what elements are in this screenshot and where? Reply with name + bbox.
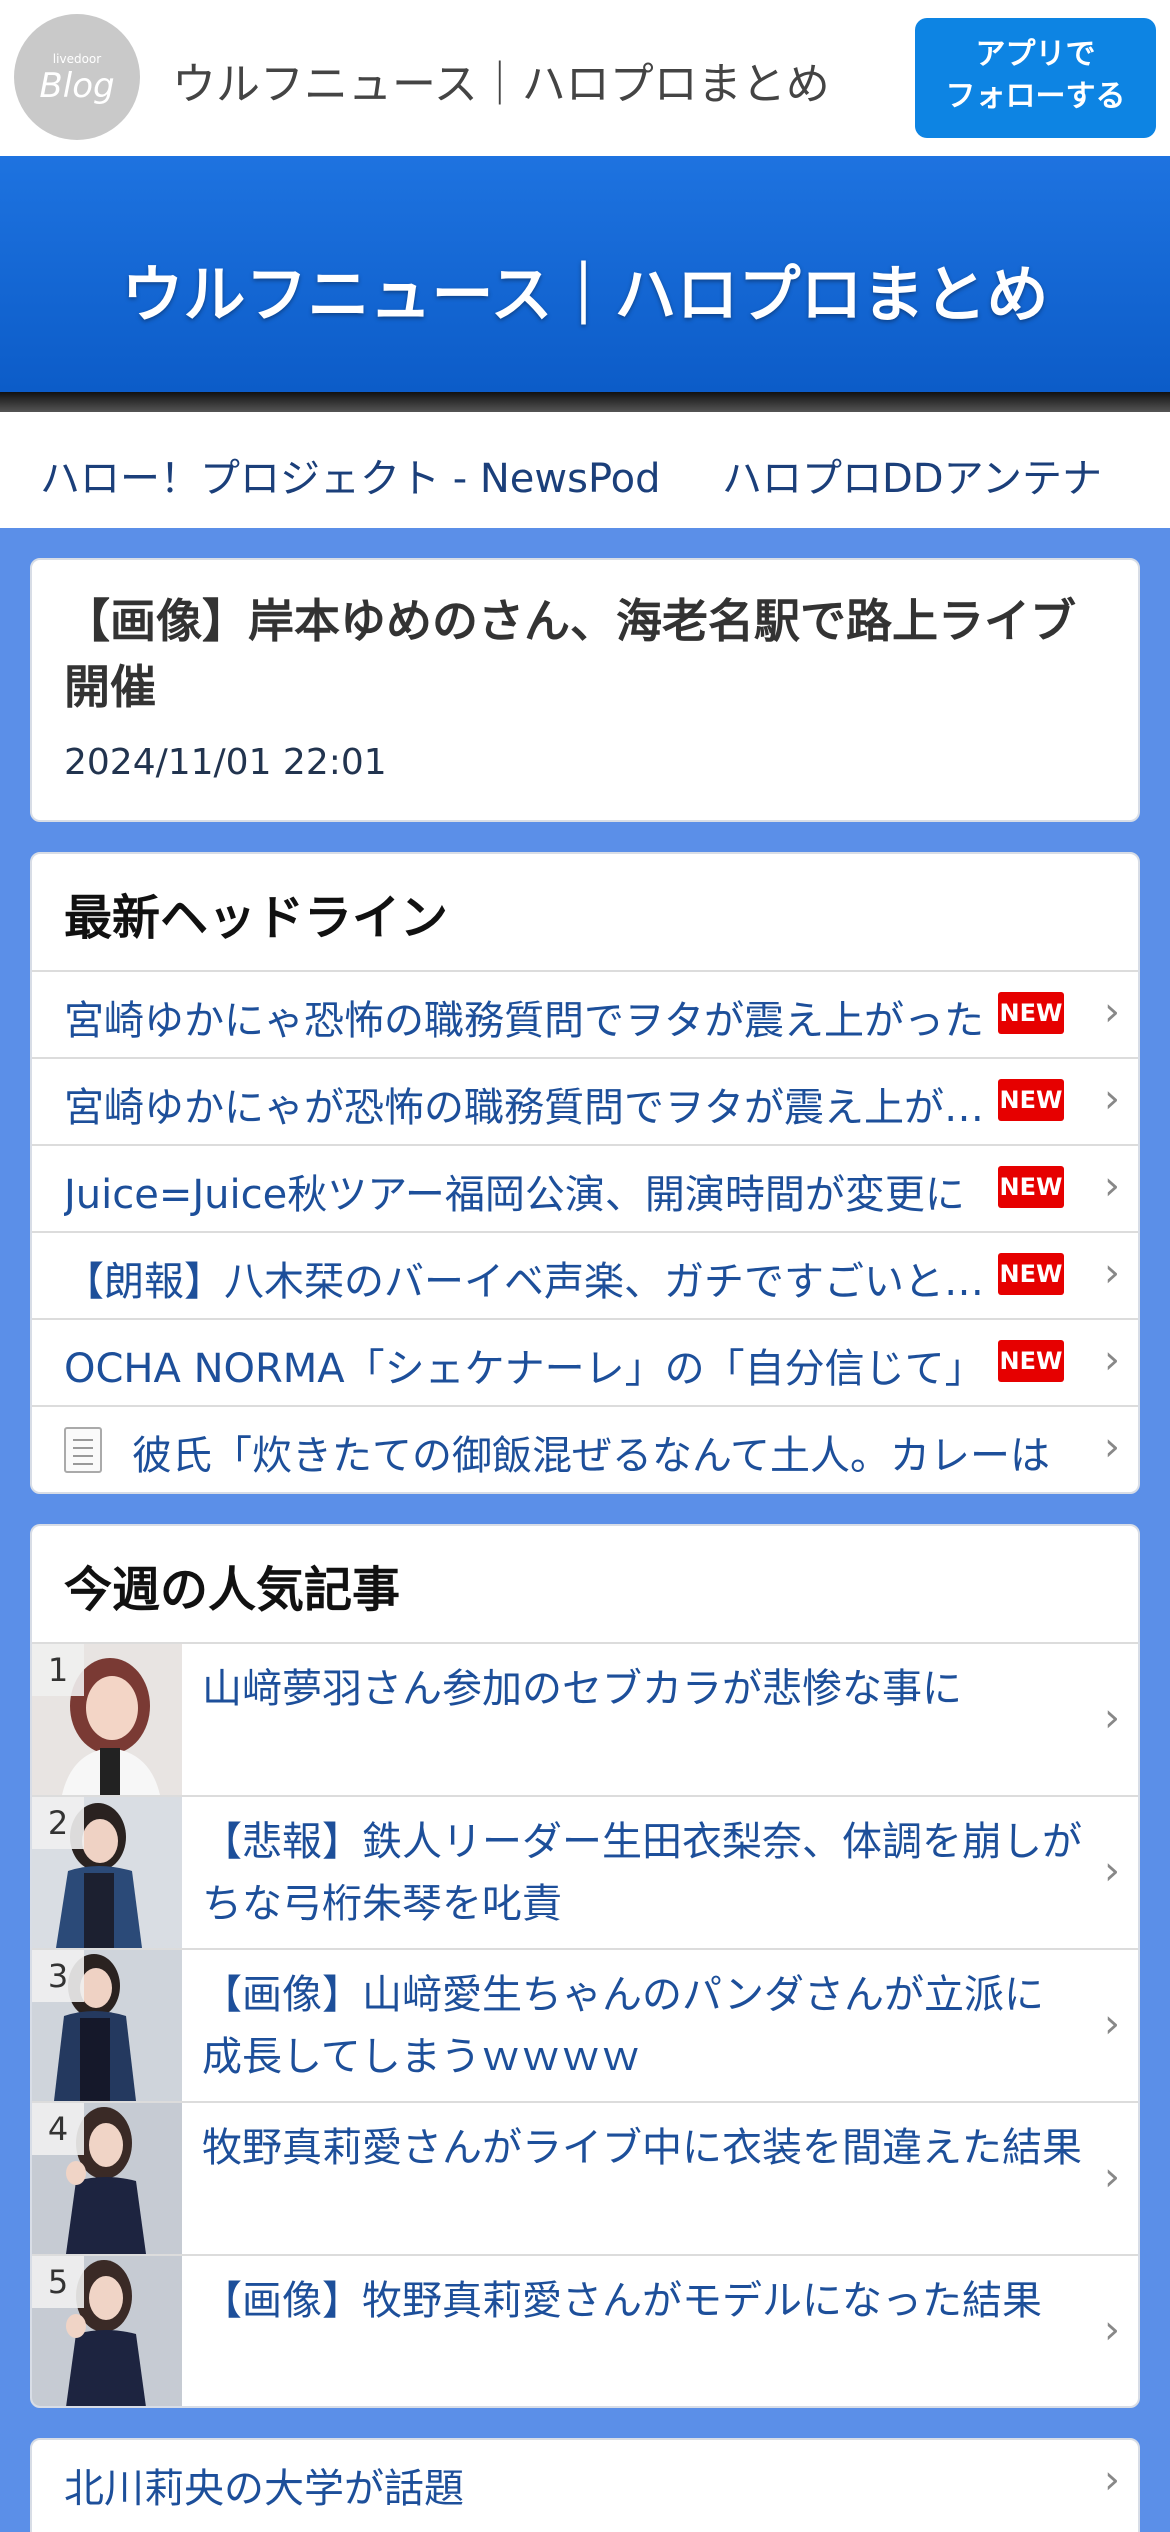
chevron-right-icon: › (1104, 1076, 1120, 1122)
new-badge: NEW (998, 1166, 1064, 1208)
headline-item[interactable]: 宮崎ゆかにゃが恐怖の職務質問でヲタが震え上がった NEW › (32, 1057, 1138, 1144)
ranking-heading: 今週の人気記事 (64, 1562, 401, 1618)
headline-text[interactable]: OCHA NORMA「シェケナーレ」の「自分信じて」 (64, 1336, 994, 1394)
latest-headlines-card: 最新ヘッドライン 宮崎ゆかにゃ恐怖の職務質問でヲタが震え上がった NEW › 宮… (30, 852, 1140, 1494)
rank-number: 3 (32, 1950, 84, 2002)
new-badge: NEW (998, 1340, 1064, 1382)
headline-item[interactable]: 彼氏「炊きたての御飯混ぜるなんて土人。カレーは › (32, 1405, 1138, 1492)
ranking-thumbnail[interactable]: 2 (32, 1797, 182, 1948)
top-bar: livedoor Blog ウルフニュース｜ハロプロまとめ アプリで フォローす… (0, 0, 1170, 156)
rank-number: 5 (32, 2256, 84, 2308)
ranking-item[interactable]: 2 【悲報】鉄人リーダー生田衣梨奈、体調を崩しがちな弓桁朱琴を叱責 › (32, 1795, 1138, 1948)
headline-text[interactable]: 宮崎ゆかにゃ恐怖の職務質問でヲタが震え上がった (64, 988, 994, 1046)
ranking-title[interactable]: 山﨑夢羽さん参加のセブカラが悲惨な事に (202, 1658, 1082, 1720)
ranking-thumbnail[interactable]: 1 (32, 1644, 182, 1795)
blog-banner[interactable]: ウルフニュース｜ハロプロまとめ (0, 156, 1170, 392)
chevron-right-icon: › (1104, 2457, 1120, 2503)
headline-text[interactable]: 宮崎ゆかにゃが恐怖の職務質問でヲタが震え上がった (64, 1075, 994, 1133)
chevron-right-icon: › (1104, 1337, 1120, 1383)
chevron-right-icon: › (1104, 2154, 1120, 2200)
ranking-item[interactable]: 3 【画像】山﨑愛生ちゃんのパンダさんが立派に成長してしまうｗｗｗｗ › (32, 1948, 1138, 2101)
headline-item[interactable]: Juice=Juice秋ツアー福岡公演、開演時間が変更に NEW › (32, 1144, 1138, 1231)
headline-item[interactable]: 【朗報】八木栞のバーイベ声楽、ガチですごいと話題 NEW › (32, 1231, 1138, 1318)
headline-item[interactable]: 宮崎ゆかにゃ恐怖の職務質問でヲタが震え上がった NEW › (32, 970, 1138, 1057)
ranking-item[interactable]: 4 牧野真莉愛さんがライブ中に衣装を間違えた結果 › (32, 2101, 1138, 2254)
chevron-right-icon: › (1104, 1848, 1120, 1894)
ranking-thumbnail[interactable]: 4 (32, 2103, 182, 2254)
chevron-right-icon: › (1104, 1695, 1120, 1741)
rank-number: 1 (32, 1644, 84, 1696)
chevron-right-icon: › (1104, 989, 1120, 1035)
dd-antenna-link[interactable]: ハロプロDDアンテナ (722, 446, 1102, 504)
ranking-title[interactable]: 【画像】山﨑愛生ちゃんのパンダさんが立派に成長してしまうｗｗｗｗ (202, 1964, 1082, 2088)
ranking-title[interactable]: 牧野真莉愛さんがライブ中に衣装を間違えた結果 (202, 2117, 1082, 2179)
logo-big-text: Blog (39, 66, 115, 106)
article-date: 2024/11/01 22:01 (64, 742, 387, 783)
headlines-heading: 最新ヘッドライン (64, 890, 449, 946)
headline-text[interactable]: Juice=Juice秋ツアー福岡公演、開演時間が変更に (64, 1162, 994, 1220)
banner-divider (0, 392, 1170, 412)
chevron-right-icon: › (1104, 1163, 1120, 1209)
related-link-card: 北川莉央の大学が話題 › (30, 2438, 1140, 2532)
chevron-right-icon: › (1104, 1424, 1120, 1470)
headline-text[interactable]: 彼氏「炊きたての御飯混ぜるなんて土人。カレーは (132, 1423, 1072, 1481)
new-badge: NEW (998, 992, 1064, 1034)
chevron-right-icon: › (1104, 2001, 1120, 2047)
antenna-link-bar: ハロー！プロジェクト - NewsPod ハロプロDDアンテナ (0, 412, 1170, 528)
logo-small-text: livedoor (52, 52, 102, 66)
banner-title[interactable]: ウルフニュース｜ハロプロまとめ (0, 244, 1170, 334)
new-badge: NEW (998, 1253, 1064, 1295)
article-title: 【画像】岸本ゆめのさん、海老名駅で路上ライブ開催 (64, 594, 1076, 714)
related-link-item[interactable]: 北川莉央の大学が話題 › (32, 2440, 1138, 2526)
new-badge: NEW (998, 1079, 1064, 1121)
follow-in-app-button[interactable]: アプリで フォローする (915, 18, 1156, 138)
document-icon (64, 1427, 102, 1473)
ranking-thumbnail[interactable]: 5 (32, 2256, 182, 2406)
chevron-right-icon: › (1104, 2307, 1120, 2353)
weekly-popular-card: 今週の人気記事 1 山﨑夢羽さん参加のセブカラが悲惨な事に › 2 【悲報】鉄人… (30, 1524, 1140, 2408)
related-link-text[interactable]: 北川莉央の大学が話題 (64, 2456, 464, 2514)
rank-number: 4 (32, 2103, 84, 2155)
ranking-thumbnail[interactable]: 3 (32, 1950, 182, 2101)
ranking-title[interactable]: 【画像】牧野真莉愛さんがモデルになった結果 (202, 2270, 1082, 2332)
rank-number: 2 (32, 1797, 84, 1849)
headline-item[interactable]: OCHA NORMA「シェケナーレ」の「自分信じて」 NEW › (32, 1318, 1138, 1405)
article-header-card: 【画像】岸本ゆめのさん、海老名駅で路上ライブ開催 2024/11/01 22:0… (30, 558, 1140, 822)
ranking-item[interactable]: 5 【画像】牧野真莉愛さんがモデルになった結果 › (32, 2254, 1138, 2406)
ranking-item[interactable]: 1 山﨑夢羽さん参加のセブカラが悲惨な事に › (32, 1642, 1138, 1795)
livedoor-blog-logo[interactable]: livedoor Blog (14, 14, 140, 140)
site-name[interactable]: ウルフニュース｜ハロプロまとめ (172, 48, 830, 112)
chevron-right-icon: › (1104, 1250, 1120, 1296)
newspod-link[interactable]: ハロー！プロジェクト - NewsPod (40, 446, 661, 504)
ranking-title[interactable]: 【悲報】鉄人リーダー生田衣梨奈、体調を崩しがちな弓桁朱琴を叱責 (202, 1811, 1082, 1935)
headline-text[interactable]: 【朗報】八木栞のバーイベ声楽、ガチですごいと話題 (64, 1249, 994, 1307)
